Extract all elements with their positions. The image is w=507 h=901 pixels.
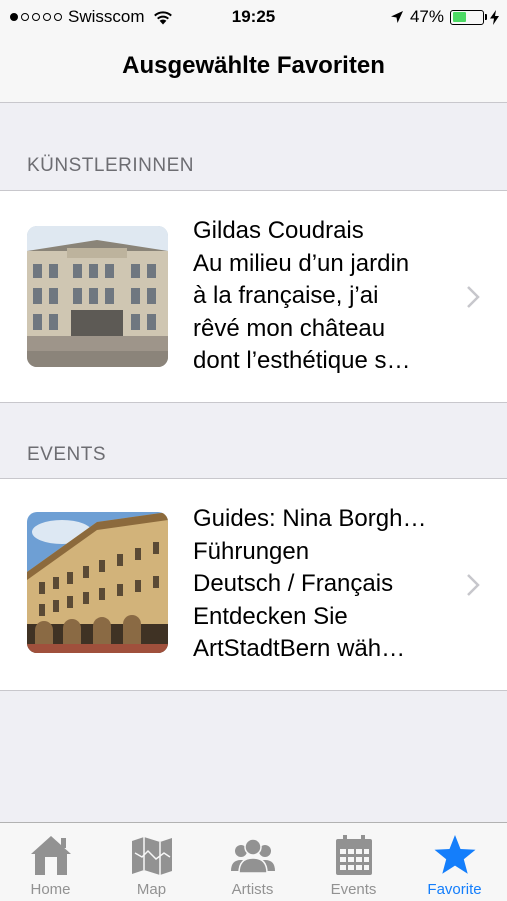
favorite-event-row[interactable]: Guides: Nina Borgh… Führungen Deutsch / …	[0, 478, 507, 691]
tab-home[interactable]: Home	[0, 823, 101, 901]
calendar-icon	[336, 835, 372, 875]
artist-text: Gildas Coudrais Au milieu d’un jardin à …	[193, 215, 458, 378]
status-right: 47%	[390, 7, 499, 27]
map-icon	[132, 837, 172, 875]
artist-description-line: Au milieu d’un jardin	[193, 249, 410, 277]
event-description-line: Führungen	[193, 537, 310, 565]
event-description-line: Entdecken Sie	[193, 602, 348, 630]
status-bar: Swisscom 19:25 47%	[0, 0, 507, 34]
star-icon	[434, 835, 476, 874]
tab-artists[interactable]: Artists	[202, 823, 303, 901]
tab-map[interactable]: Map	[101, 823, 202, 901]
artist-name: Gildas Coudrais	[193, 217, 364, 244]
navigation-bar: Ausgewählte Favoriten	[0, 34, 507, 103]
event-text: Guides: Nina Borgh… Führungen Deutsch / …	[193, 503, 458, 666]
home-icon	[31, 836, 71, 875]
event-title: Guides: Nina Borgh…	[193, 505, 427, 532]
tab-label: Events	[330, 881, 377, 898]
artist-description-line: dont l’esthétique s…	[193, 347, 411, 374]
event-thumbnail	[27, 512, 168, 653]
battery-percent: 47%	[409, 7, 444, 26]
artist-description-line: à la française, j’ai	[193, 282, 379, 309]
battery-icon	[450, 9, 487, 25]
favorite-artist-row[interactable]: Gildas Coudrais Au milieu d’un jardin à …	[0, 190, 507, 403]
section-header-events: EVENTS	[27, 444, 107, 465]
tab-events[interactable]: Events	[303, 823, 404, 901]
charging-bolt-icon	[490, 9, 499, 25]
artist-thumbnail	[27, 226, 168, 367]
tab-label: Home	[30, 881, 71, 898]
tab-label: Map	[136, 881, 167, 898]
event-description-line: Deutsch / Français	[193, 570, 394, 597]
tab-favorite[interactable]: Favorite	[404, 823, 505, 901]
tab-label: Artists	[231, 881, 274, 898]
page-title: Ausgewählte Favoriten	[122, 52, 385, 79]
chevron-right-icon	[467, 574, 480, 596]
section-header-artists: KÜNSTLERINNEN	[27, 155, 194, 176]
artist-description-line: rêvé mon château	[193, 314, 386, 342]
event-description-line: ArtStadtBern wäh…	[193, 635, 406, 662]
tab-bar: Home Map Artists Events Favorite	[0, 822, 507, 901]
artists-icon	[231, 838, 275, 874]
chevron-right-icon	[467, 286, 480, 308]
tab-label: Favorite	[427, 881, 482, 898]
battery-level	[452, 12, 467, 22]
location-arrow-icon	[390, 11, 403, 23]
